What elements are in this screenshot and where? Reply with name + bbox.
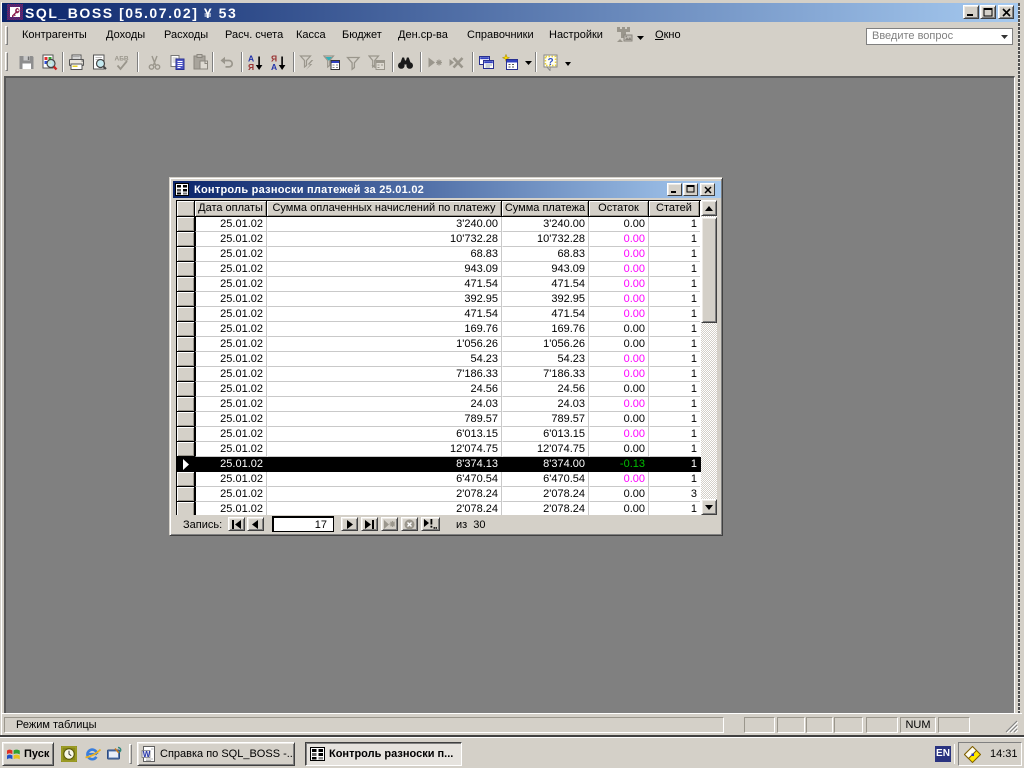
svg-text:W: W xyxy=(143,750,151,759)
svg-text:Я: Я xyxy=(248,62,254,71)
svg-text:?: ? xyxy=(548,57,554,68)
svg-text:А: А xyxy=(271,62,277,71)
